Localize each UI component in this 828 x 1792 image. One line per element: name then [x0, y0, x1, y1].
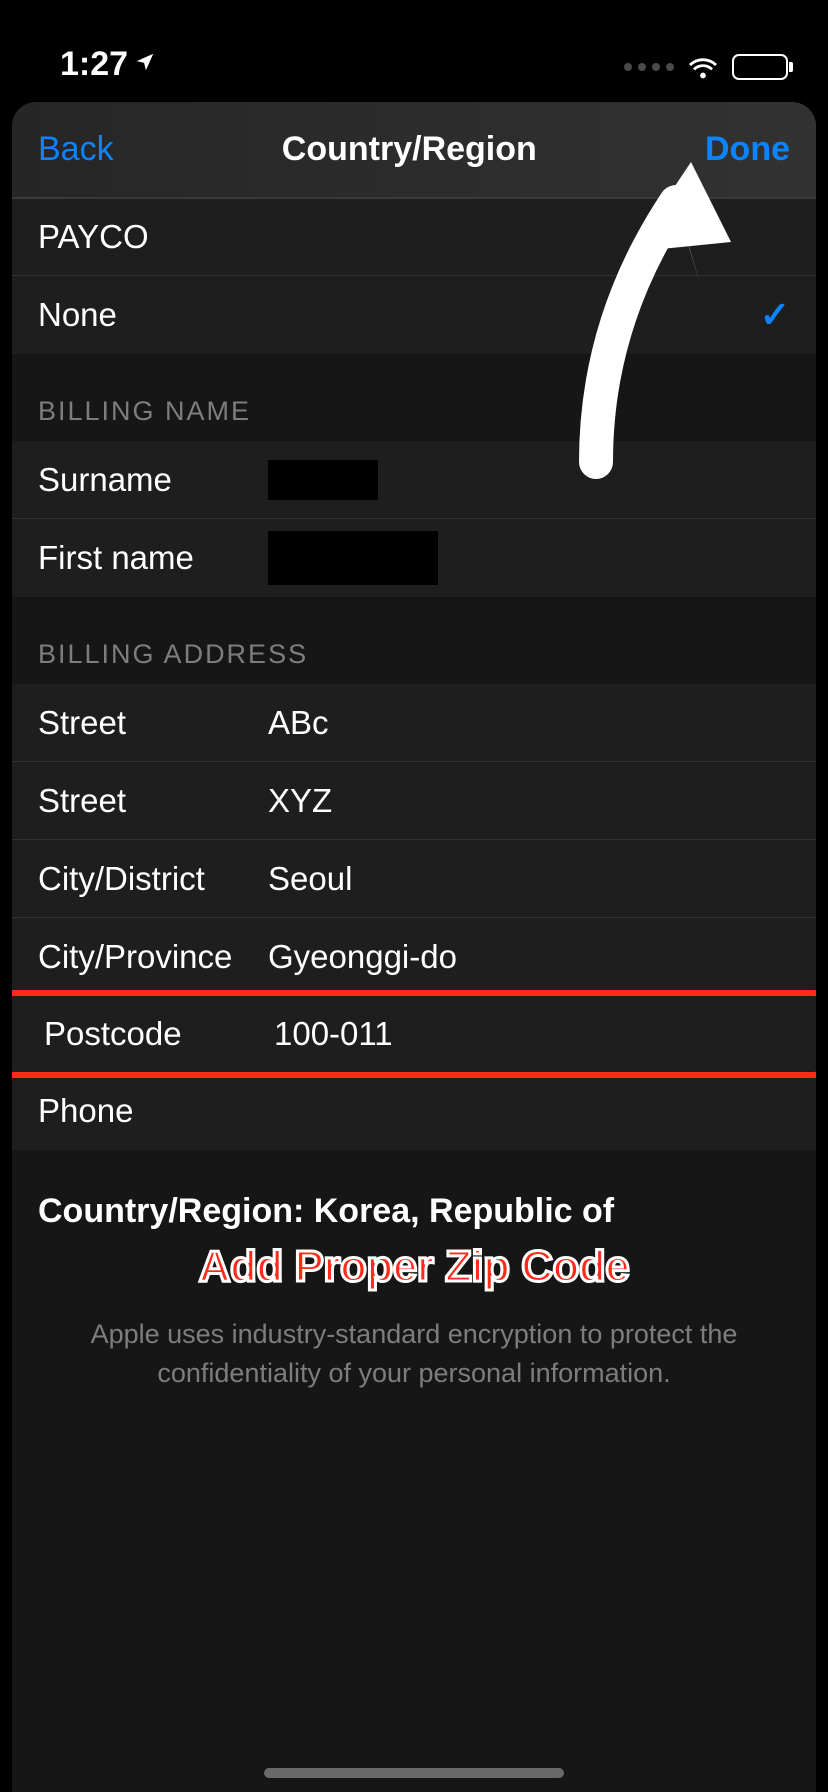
payco-label: PAYCO [38, 218, 149, 256]
billing-address-section: Street ABc Street XYZ City/District Seou… [12, 684, 816, 1150]
status-time: 1:27 [60, 45, 156, 84]
wifi-icon [686, 50, 720, 84]
surname-row[interactable]: Surname [12, 441, 816, 519]
street2-value: XYZ [268, 782, 790, 820]
annotation-text: Add Proper Zip Code [199, 1242, 630, 1292]
surname-value-redacted [268, 460, 378, 500]
postcode-value: 100-011 [274, 1015, 784, 1053]
payment-option-payco[interactable]: PAYCO [12, 198, 816, 276]
street2-label: Street [38, 782, 268, 820]
page-title: Country/Region [114, 130, 705, 169]
street1-label: Street [38, 704, 268, 742]
checkmark-icon: ✓ [760, 294, 790, 336]
modal-sheet: Back Country/Region Done PAYCO None ✓ BI… [12, 102, 816, 1792]
billing-address-header: BILLING ADDRESS [12, 597, 816, 684]
city-value: Seoul [268, 860, 790, 898]
done-button[interactable]: Done [705, 130, 790, 169]
payment-option-none[interactable]: None ✓ [12, 276, 816, 354]
phone-row[interactable]: Phone [12, 1072, 816, 1150]
firstname-row[interactable]: First name [12, 519, 816, 597]
footer-note: Apple uses industry-standard encryption … [12, 1273, 816, 1435]
province-label: City/Province [38, 938, 268, 976]
province-value: Gyeonggi-do [268, 938, 790, 976]
time-text: 1:27 [60, 45, 128, 84]
province-row[interactable]: City/Province Gyeonggi-do [12, 918, 816, 996]
surname-label: Surname [38, 461, 268, 499]
city-row[interactable]: City/District Seoul [12, 840, 816, 918]
city-label: City/District [38, 860, 268, 898]
location-arrow-icon [134, 49, 156, 80]
phone-label: Phone [38, 1092, 268, 1130]
billing-name-section: Surname First name [12, 441, 816, 597]
status-right [624, 50, 788, 84]
firstname-value-redacted [268, 531, 438, 585]
billing-name-header: BILLING NAME [12, 354, 816, 441]
street1-row[interactable]: Street ABc [12, 684, 816, 762]
nav-bar: Back Country/Region Done [12, 102, 816, 198]
street2-row[interactable]: Street XYZ [12, 762, 816, 840]
status-bar: 1:27 [0, 0, 828, 100]
street1-value: ABc [268, 704, 790, 742]
back-button[interactable]: Back [38, 130, 114, 169]
none-label: None [38, 296, 117, 334]
postcode-row[interactable]: Postcode 100-011 [12, 990, 816, 1078]
home-indicator[interactable] [264, 1768, 564, 1778]
signal-dots-icon [624, 63, 674, 71]
payment-section: PAYCO None ✓ [12, 198, 816, 354]
battery-icon [732, 54, 788, 80]
postcode-label: Postcode [44, 1015, 274, 1053]
firstname-label: First name [38, 539, 268, 577]
